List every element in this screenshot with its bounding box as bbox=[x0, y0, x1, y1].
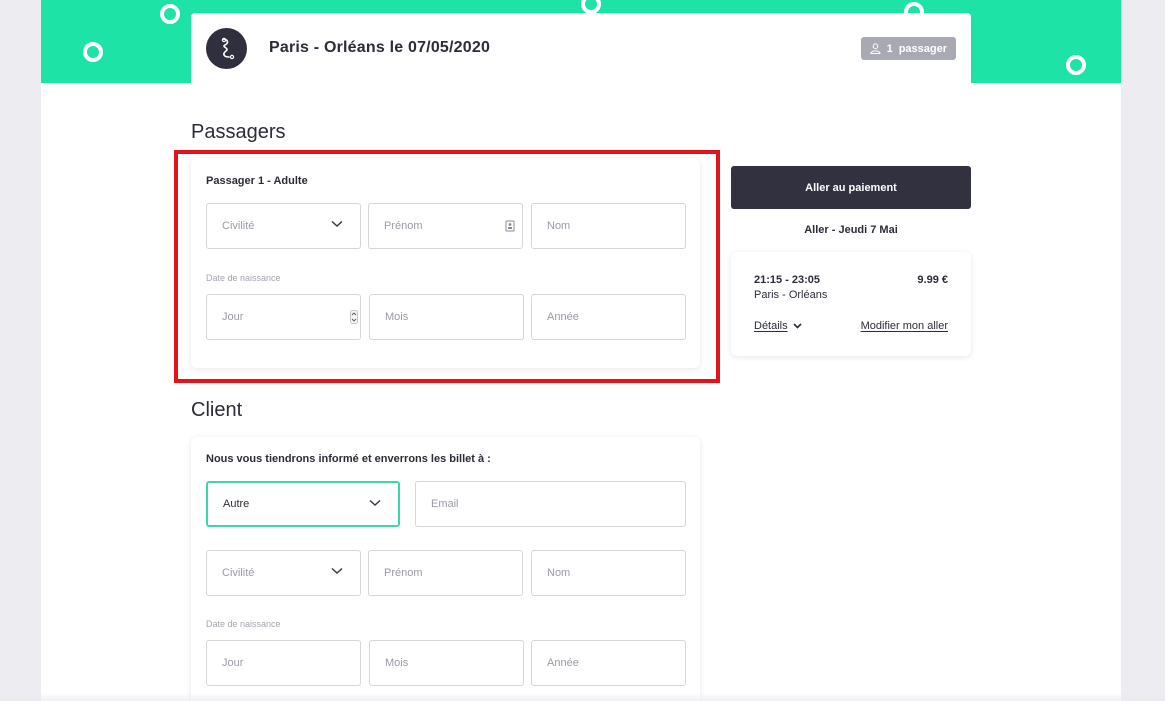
trip-route: Paris - Orléans bbox=[754, 289, 828, 301]
passenger-label: passager bbox=[898, 42, 947, 55]
passengers-section-title: Passagers bbox=[191, 121, 286, 143]
bottom-fade bbox=[0, 693, 1165, 701]
recipient-select[interactable]: Autre bbox=[206, 481, 400, 527]
lastname-placeholder: Nom bbox=[547, 567, 571, 579]
client-civility-select[interactable]: Civilité bbox=[206, 550, 361, 596]
client-birth-day-input[interactable]: Jour bbox=[206, 640, 361, 686]
firstname-placeholder: Prénom bbox=[384, 567, 423, 579]
recipient-value: Autre bbox=[223, 498, 250, 510]
decorative-ring bbox=[1066, 55, 1086, 75]
civility-placeholder: Civilité bbox=[222, 567, 255, 579]
brand-logo-icon bbox=[206, 28, 247, 69]
year-placeholder: Année bbox=[547, 657, 579, 669]
modify-outbound-link[interactable]: Modifier mon aller bbox=[861, 320, 948, 332]
client-card: Nous vous tiendrons informé et enverrons… bbox=[191, 437, 700, 701]
go-to-payment-button[interactable]: Aller au paiement bbox=[731, 166, 971, 209]
trip-price: 9.99 € bbox=[917, 274, 948, 286]
trip-header-card: Paris - Orléans le 07/05/2020 1 passager bbox=[191, 13, 971, 85]
details-link-label: Détails bbox=[754, 320, 788, 332]
birthdate-label: Date de naissance bbox=[206, 619, 281, 629]
outbound-heading: Aller - Jeudi 7 Mai bbox=[804, 224, 898, 236]
passenger-count: 1 bbox=[886, 42, 893, 55]
decorative-ring bbox=[83, 42, 103, 62]
highlight-annotation-box bbox=[174, 150, 720, 383]
client-section-title: Client bbox=[191, 399, 243, 421]
email-placeholder: Email bbox=[431, 498, 459, 510]
page-gutter-left bbox=[0, 0, 41, 701]
decorative-ring bbox=[581, 0, 601, 14]
client-firstname-input[interactable]: Prénom bbox=[368, 550, 523, 596]
chevron-down-icon bbox=[369, 499, 381, 507]
user-icon bbox=[870, 43, 881, 54]
trip-time-range: 21:15 - 23:05 bbox=[754, 274, 821, 286]
client-birth-year-input[interactable]: Année bbox=[531, 640, 686, 686]
client-card-title: Nous vous tiendrons informé et enverrons… bbox=[206, 453, 491, 465]
passenger-count-badge[interactable]: 1 passager bbox=[860, 37, 956, 60]
decorative-ring bbox=[160, 4, 180, 24]
details-toggle[interactable]: Détails bbox=[754, 320, 802, 332]
page-gutter-right bbox=[1121, 0, 1165, 701]
chevron-down-icon bbox=[793, 323, 802, 329]
month-placeholder: Mois bbox=[385, 657, 409, 669]
chevron-down-icon bbox=[331, 567, 343, 575]
client-birth-month-input[interactable]: Mois bbox=[369, 640, 524, 686]
trip-summary-card: 21:15 - 23:05 Paris - Orléans 9.99 € Dét… bbox=[731, 252, 971, 356]
day-placeholder: Jour bbox=[222, 657, 244, 669]
route-title: Paris - Orléans le 07/05/2020 bbox=[269, 39, 491, 56]
client-email-input[interactable]: Email bbox=[415, 481, 686, 527]
client-lastname-input[interactable]: Nom bbox=[531, 550, 686, 596]
